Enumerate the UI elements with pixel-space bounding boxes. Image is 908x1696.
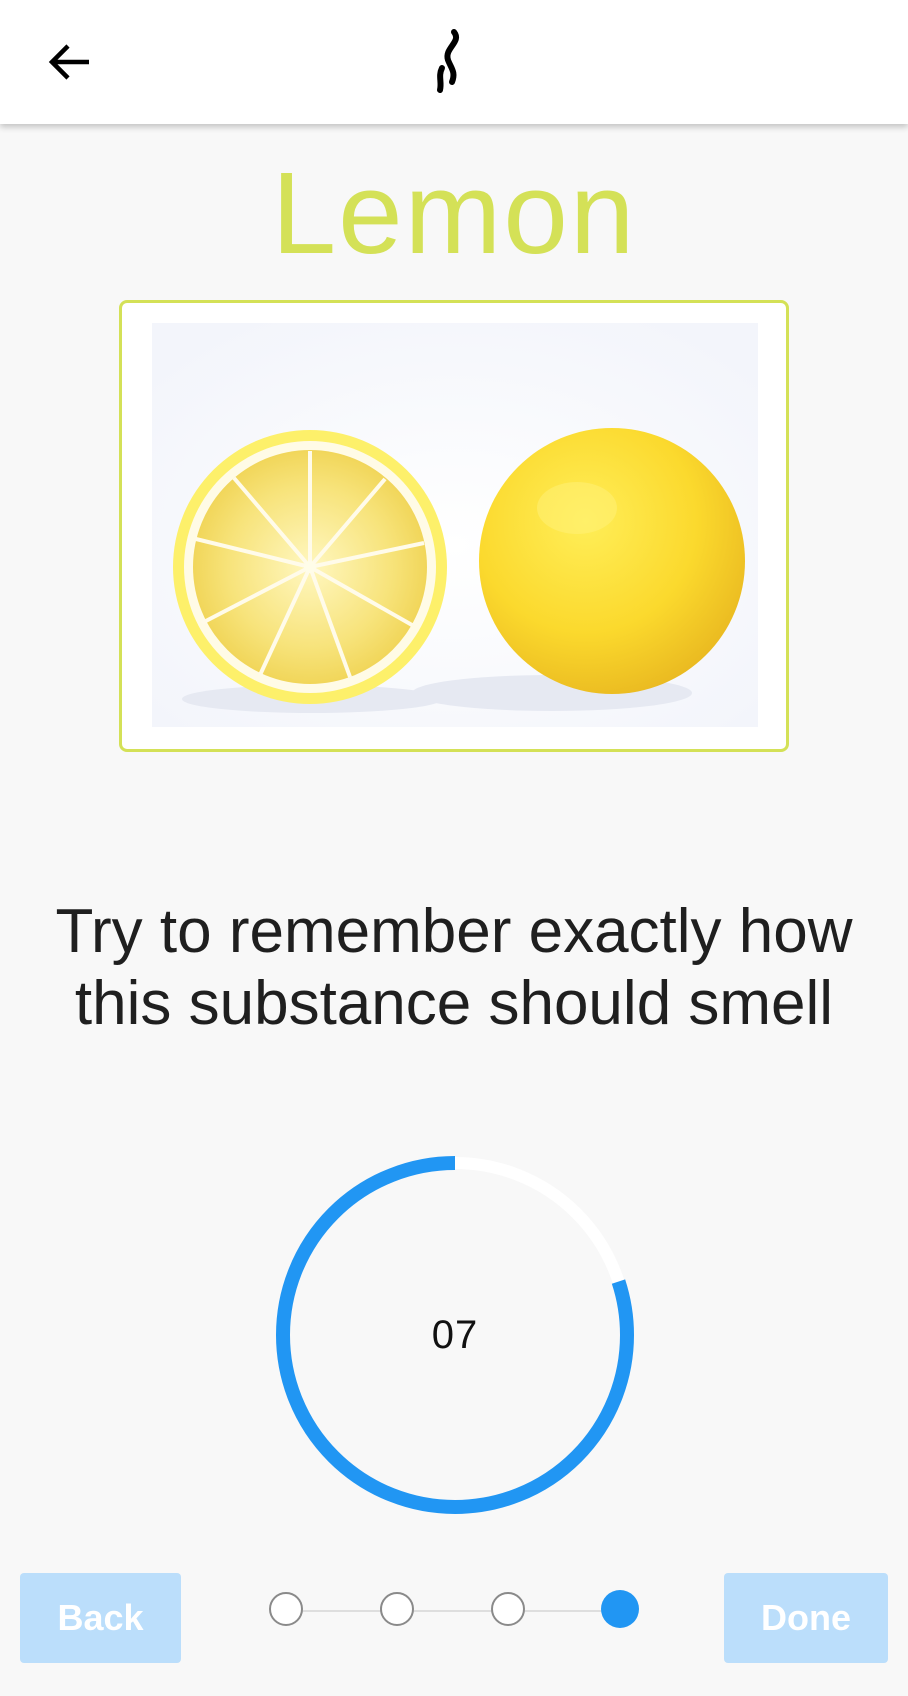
lemon-image [152, 323, 758, 727]
countdown-value: 07 [431, 1312, 479, 1357]
instruction-line-1: Try to remember exactly how [55, 897, 853, 966]
step-dot-2 [380, 1592, 414, 1626]
instruction-text: Try to remember exactly how this substan… [40, 896, 868, 1040]
instruction-line-2: this substance should smell [74, 969, 834, 1038]
step-dot-1 [269, 1592, 303, 1626]
back-button[interactable]: Back [20, 1573, 181, 1663]
step-dot-3 [491, 1592, 525, 1626]
back-arrow-button[interactable] [40, 32, 100, 92]
step-connector [285, 1610, 619, 1612]
arrow-left-icon [48, 44, 89, 80]
smell-wave-icon [437, 29, 459, 93]
app-bar [0, 0, 908, 124]
done-button[interactable]: Done [724, 1573, 888, 1663]
step-dot-4 [601, 1590, 639, 1628]
scent-title: Lemon [271, 148, 637, 278]
scent-image-frame [119, 300, 789, 752]
